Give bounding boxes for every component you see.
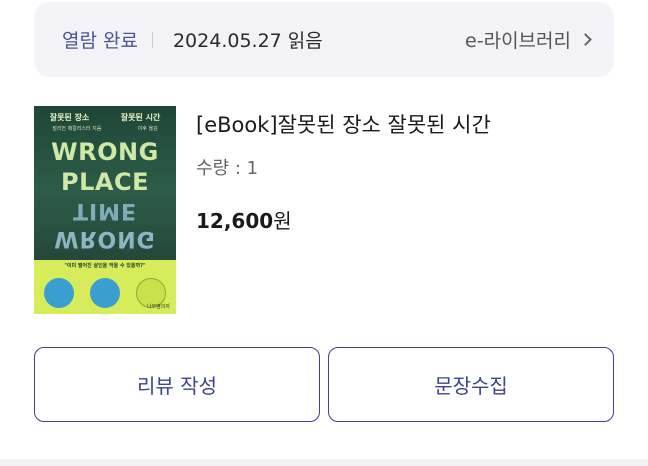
cover-title-left: 잘못된 장소 xyxy=(49,113,90,122)
section-divider xyxy=(0,459,648,466)
book-title[interactable]: [eBook]잘못된 장소 잘못된 시간 xyxy=(196,109,491,139)
cover-title-place: PLACE xyxy=(61,168,149,196)
cover-title-wrong-mirrored: WRONG xyxy=(54,226,156,251)
e-library-link[interactable]: e-라이브러리 xyxy=(465,2,592,77)
cover-title-time-mirrored: TIME xyxy=(72,198,138,223)
cover-author-right: 이후 옮김 xyxy=(137,126,158,132)
cover-bottom-panel: "이미 벌어진 살인을 막을 수 있을까?" 나무옆의자 xyxy=(34,260,176,314)
cover-title-wrong: WRONG xyxy=(51,138,159,166)
write-review-button[interactable]: 리뷰 작성 xyxy=(34,347,320,422)
chevron-right-icon xyxy=(579,33,592,46)
cover-authors: 질리언 매칼리스터 지음 이후 옮김 xyxy=(34,125,176,132)
read-date: 2024.05.27 읽음 xyxy=(172,30,323,52)
price-currency: 원 xyxy=(273,209,292,233)
cover-badge-icon xyxy=(90,278,120,308)
status-divider xyxy=(151,31,153,48)
e-library-link-label: e-라이브러리 xyxy=(465,30,571,52)
cover-author-left: 질리언 매칼리스터 지음 xyxy=(52,126,102,132)
cover-badge-icon xyxy=(44,278,74,308)
cover-korean-title: 잘못된 장소 잘못된 시간 xyxy=(34,112,176,123)
reading-status-bar: 열람 완료 2024.05.27 읽음 e-라이브러리 xyxy=(34,2,614,77)
cover-title-right: 잘못된 시간 xyxy=(120,113,161,122)
book-price: 12,600원 xyxy=(196,205,292,234)
collect-quote-button[interactable]: 문장수집 xyxy=(328,347,614,422)
book-cover[interactable]: 잘못된 장소 잘못된 시간 질리언 매칼리스터 지음 이후 옮김 WRONG P… xyxy=(34,106,176,314)
cover-publisher: 나무옆의자 xyxy=(146,304,170,310)
read-complete-label: 열람 완료 xyxy=(62,30,138,52)
price-amount: 12,600 xyxy=(196,209,274,233)
book-quantity: 수량 : 1 xyxy=(196,158,259,179)
cover-quote: "이미 벌어진 살인을 막을 수 있을까?" xyxy=(64,263,146,269)
